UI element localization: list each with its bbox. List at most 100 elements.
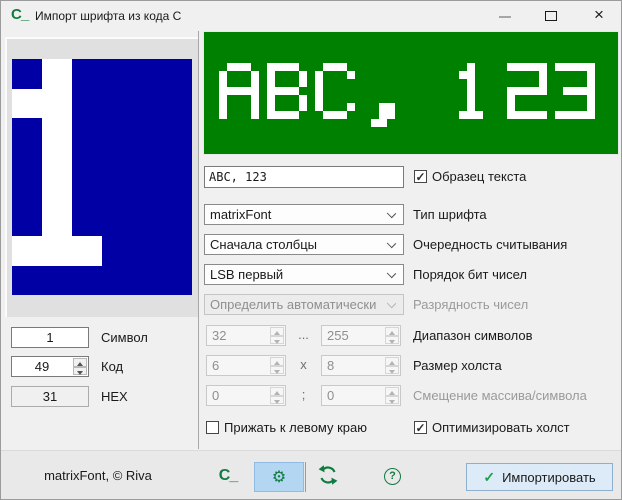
sample-text-checkbox[interactable]: ✓ (414, 170, 427, 183)
chevron-down-icon (387, 299, 396, 308)
code-label: Код (101, 356, 123, 377)
import-font-dialog: C_ Импорт шрифта из кода C × 1 Символ 49… (0, 0, 622, 500)
close-button[interactable]: × (579, 1, 619, 31)
arrow-up-icon (389, 361, 395, 365)
arrow-down-icon (389, 400, 395, 404)
spin-up-button (270, 327, 284, 336)
arrow-down-icon (389, 370, 395, 374)
glyph-pixel-canvas (12, 59, 192, 295)
maximize-button[interactable] (534, 1, 568, 31)
canvas-width-value: 6 (207, 356, 269, 375)
align-left-checkbox[interactable] (206, 421, 219, 434)
import-button-label: Импортировать (502, 470, 596, 485)
bit-order-value: LSB первый (210, 265, 381, 284)
spin-down-button (270, 336, 284, 345)
gear-icon: ⚙ (272, 467, 286, 486)
char-range-start-spinner: 32 (206, 325, 286, 346)
spin-up-button (385, 387, 399, 396)
import-button[interactable]: ✓Импортировать (466, 463, 613, 491)
arrow-up-icon (389, 391, 395, 395)
text-preview-display (203, 31, 619, 155)
symbol-offset-spinner: 0 (321, 385, 401, 406)
arrow-down-icon (274, 370, 280, 374)
app-logo-icon: C_ (11, 6, 28, 23)
canvas-size-label: Размер холста (413, 355, 502, 376)
array-offset-spinner: 0 (206, 385, 286, 406)
range-separator: ... (286, 325, 321, 346)
maximize-icon (545, 11, 557, 21)
symbol-label: Символ (101, 327, 148, 348)
app-logo-icon: C_ (215, 451, 241, 500)
minimize-button (488, 1, 522, 31)
help-icon: ? (384, 468, 401, 485)
footer-bar: matrixFont, © Riva C_ ⚙ ? ✓Импортировать (1, 450, 622, 500)
title-bar: C_ Импорт шрифта из кода C × (1, 1, 622, 31)
offset-label: Смещение массива/символа (413, 385, 587, 406)
arrow-up-icon (274, 391, 280, 395)
code-spinner[interactable]: 49 (11, 356, 89, 377)
hex-label: HEX (101, 386, 128, 407)
spin-down-button (385, 336, 399, 345)
array-offset-value: 0 (207, 386, 269, 405)
toolbar-separator (305, 462, 306, 492)
symbol-offset-value: 0 (322, 386, 384, 405)
hex-field: 31 (11, 386, 89, 407)
spin-down-button (270, 396, 284, 405)
glyph-preview-panel (5, 37, 198, 317)
char-range-end-spinner: 255 (321, 325, 401, 346)
code-spin-up-button[interactable] (73, 358, 87, 367)
refresh-icon (317, 464, 339, 486)
number-width-label: Разрядность чисел (413, 294, 528, 315)
canvas-height-value: 8 (322, 356, 384, 375)
arrow-up-icon (77, 362, 83, 366)
number-width-combo: Определить автоматически (204, 294, 404, 315)
refresh-button[interactable] (315, 464, 341, 490)
spin-down-button (385, 396, 399, 405)
symbol-input[interactable]: 1 (11, 327, 89, 348)
chevron-down-icon (387, 269, 396, 278)
spin-up-button (270, 357, 284, 366)
number-width-value: Определить автоматически (210, 295, 381, 314)
read-order-label: Очередность считывания (413, 234, 567, 255)
help-button[interactable]: ? (380, 464, 406, 490)
font-type-label: Тип шрифта (413, 204, 487, 225)
preview-pixel-text (219, 63, 603, 127)
bit-order-label: Порядок бит чисел (413, 264, 527, 285)
code-value: 49 (12, 357, 72, 376)
bit-order-combo[interactable]: LSB первый (204, 264, 404, 285)
vertical-separator (198, 31, 199, 449)
code-spin-down-button[interactable] (73, 367, 87, 376)
sample-text-checkbox-label: Образец текста (432, 169, 526, 184)
spin-up-button (270, 387, 284, 396)
arrow-down-icon (274, 340, 280, 344)
size-separator: x (286, 355, 321, 376)
close-icon: × (594, 5, 604, 24)
optimize-canvas-checkbox[interactable]: ✓ (414, 421, 427, 434)
sample-text-input[interactable]: ABC, 123 (204, 166, 404, 188)
spin-up-button (385, 357, 399, 366)
char-range-end-value: 255 (322, 326, 384, 345)
spin-up-button (385, 327, 399, 336)
optimize-canvas-checkbox-label: Оптимизировать холст (432, 420, 570, 435)
arrow-up-icon (274, 331, 280, 335)
align-left-checkbox-label: Прижать к левому краю (224, 420, 367, 435)
read-order-combo[interactable]: Сначала столбцы (204, 234, 404, 255)
read-order-value: Сначала столбцы (210, 235, 381, 254)
char-range-label: Диапазон символов (413, 325, 533, 346)
font-type-combo[interactable]: matrixFont (204, 204, 404, 225)
arrow-down-icon (389, 340, 395, 344)
arrow-down-icon (274, 400, 280, 404)
spin-down-button (385, 366, 399, 375)
arrow-up-icon (274, 361, 280, 365)
settings-button[interactable]: ⚙ (254, 462, 304, 492)
chevron-down-icon (387, 239, 396, 248)
status-text: matrixFont, © Riva (18, 451, 178, 500)
minimize-icon (499, 16, 511, 18)
offset-separator: ; (286, 385, 321, 406)
canvas-height-spinner: 8 (321, 355, 401, 376)
chevron-down-icon (387, 209, 396, 218)
window-title: Импорт шрифта из кода C (35, 1, 181, 31)
canvas-width-spinner: 6 (206, 355, 286, 376)
arrow-up-icon (389, 331, 395, 335)
font-type-value: matrixFont (210, 205, 381, 224)
